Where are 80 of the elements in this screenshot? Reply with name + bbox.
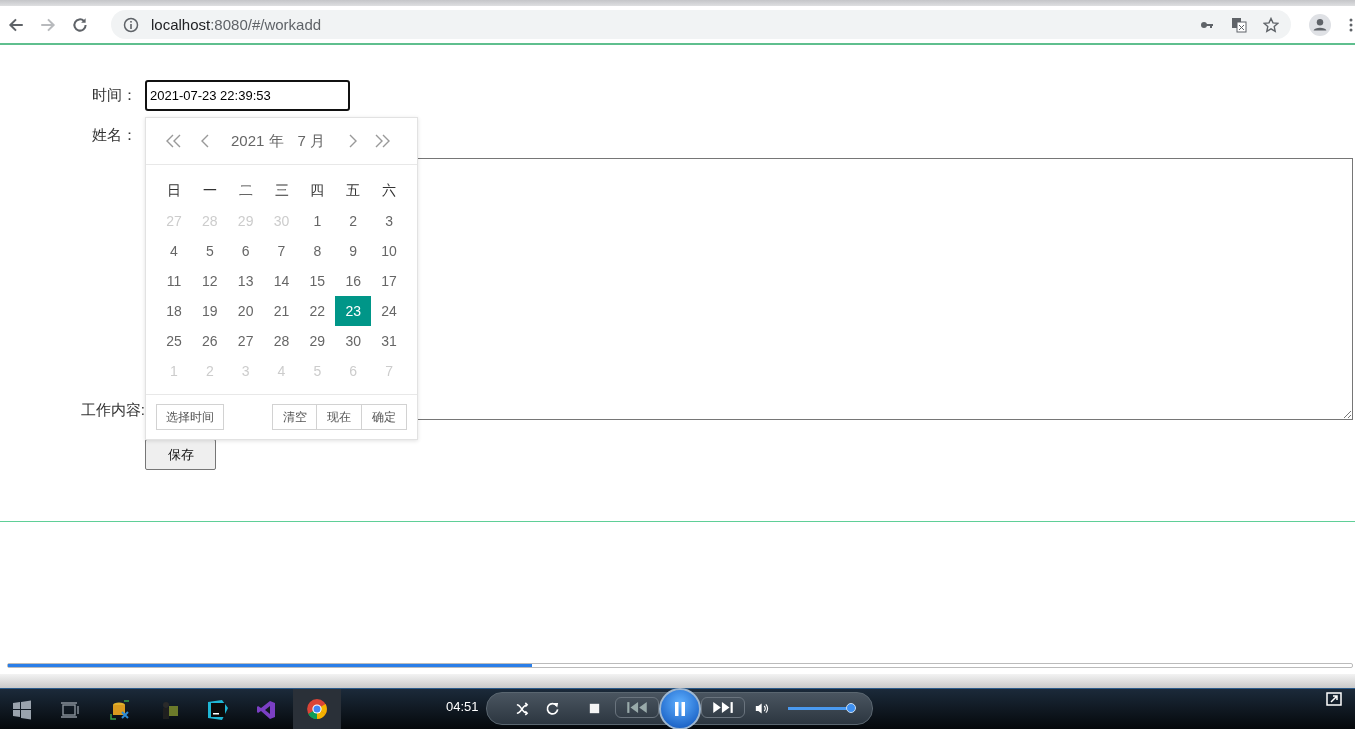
calendar-day[interactable]: 21 <box>263 296 300 326</box>
calendar-day[interactable]: 30 <box>335 326 372 356</box>
weekday-label: 日 <box>165 181 182 200</box>
repeat-icon[interactable] <box>545 701 560 716</box>
next-button[interactable] <box>701 697 745 718</box>
picker-action-button[interactable]: 确定 <box>362 404 407 430</box>
calendar-day[interactable]: 3 <box>371 206 407 236</box>
menu-icon[interactable] <box>1349 16 1353 33</box>
year-label[interactable]: 2021 年 <box>231 131 284 151</box>
calendar-day[interactable]: 5 <box>191 236 228 266</box>
calendar-day[interactable]: 19 <box>191 296 228 326</box>
weekday-label: 二 <box>237 181 254 200</box>
calendar-day[interactable]: 23 <box>335 296 372 326</box>
previous-button[interactable] <box>615 697 659 718</box>
previous-icon <box>626 701 648 714</box>
weekday-label: 四 <box>309 181 326 200</box>
switch-mode-icon[interactable] <box>1326 692 1342 706</box>
task-view-icon[interactable] <box>60 700 80 720</box>
calendar-day[interactable]: 14 <box>263 266 300 296</box>
visual-studio-icon[interactable] <box>256 700 276 720</box>
calendar-day[interactable]: 31 <box>371 326 407 356</box>
seek-bar[interactable] <box>7 663 1353 668</box>
field-label: 姓名： <box>91 126 138 145</box>
browser-icon[interactable] <box>306 698 328 720</box>
playback-time: 04:51 <box>446 699 479 714</box>
calendar-day[interactable]: 11 <box>156 266 192 296</box>
calendar-day[interactable]: 27 <box>227 326 264 356</box>
previous-month-icon[interactable] <box>200 133 210 149</box>
windows-start-icon[interactable] <box>12 700 32 720</box>
calendar-day[interactable]: 20 <box>227 296 264 326</box>
next-month-icon[interactable] <box>348 133 359 149</box>
figure-app-icon[interactable] <box>160 700 180 720</box>
database-app-icon[interactable] <box>110 700 130 720</box>
calendar-day[interactable]: 26 <box>191 326 228 356</box>
chrome-taskbar-button[interactable] <box>293 689 341 729</box>
url-text: localhost:8080/#/workadd <box>151 16 322 33</box>
reload-icon[interactable] <box>71 15 89 34</box>
info-icon <box>123 16 139 33</box>
month-label[interactable]: 7 月 <box>297 131 326 151</box>
calendar-day[interactable]: 13 <box>227 266 264 296</box>
weekday-label: 六 <box>381 181 398 200</box>
time-input-field[interactable]: 2021-07-23 22:39:53 <box>145 80 350 111</box>
star-icon[interactable] <box>1263 16 1279 33</box>
next-icon <box>712 701 734 714</box>
resize-handle-icon <box>1343 410 1351 418</box>
pause-button[interactable] <box>659 688 701 729</box>
shuffle-icon[interactable] <box>515 701 530 716</box>
calendar-day[interactable]: 28 <box>263 326 300 356</box>
calendar-day[interactable]: 29 <box>299 326 336 356</box>
calendar-day[interactable]: 24 <box>371 296 407 326</box>
picker-action-button[interactable]: 现在 <box>317 404 362 430</box>
stop-icon[interactable] <box>587 701 602 716</box>
calendar-day[interactable]: 12 <box>191 266 228 296</box>
weekday-label: 五 <box>345 181 362 200</box>
save-button[interactable]: 保存 <box>145 439 216 470</box>
calendar-day[interactable]: 17 <box>371 266 407 296</box>
select-time-button[interactable]: 选择时间 <box>156 404 224 430</box>
calendar-day[interactable]: 10 <box>371 236 407 266</box>
profile-avatar-icon[interactable] <box>1309 13 1331 36</box>
ide-app-icon[interactable] <box>208 700 228 720</box>
translate-icon[interactable] <box>1231 16 1247 33</box>
field-label: 时间： <box>91 86 138 105</box>
volume-icon[interactable] <box>755 701 770 716</box>
picker-action-button[interactable]: 清空 <box>272 404 317 430</box>
calendar-day[interactable]: 4 <box>156 236 192 266</box>
calendar-day[interactable]: 22 <box>299 296 336 326</box>
calendar-day[interactable]: 8 <box>299 236 336 266</box>
calendar-day[interactable]: 25 <box>156 326 192 356</box>
calendar-day[interactable]: 1 <box>299 206 336 236</box>
weekday-label: 三 <box>273 181 290 200</box>
calendar-day[interactable]: 18 <box>156 296 192 326</box>
address-bar[interactable]: localhost:8080/#/workadd <box>111 10 1291 39</box>
field-label: 工作内容: <box>79 401 145 420</box>
calendar-day[interactable]: 7 <box>263 236 300 266</box>
calendar-day[interactable]: 6 <box>227 236 264 266</box>
calendar-day[interactable]: 9 <box>335 236 372 266</box>
weekday-label: 一 <box>201 181 218 200</box>
calendar-day[interactable]: 15 <box>299 266 336 296</box>
calendar-day[interactable]: 2 <box>335 206 372 236</box>
calendar-day[interactable]: 16 <box>335 266 372 296</box>
